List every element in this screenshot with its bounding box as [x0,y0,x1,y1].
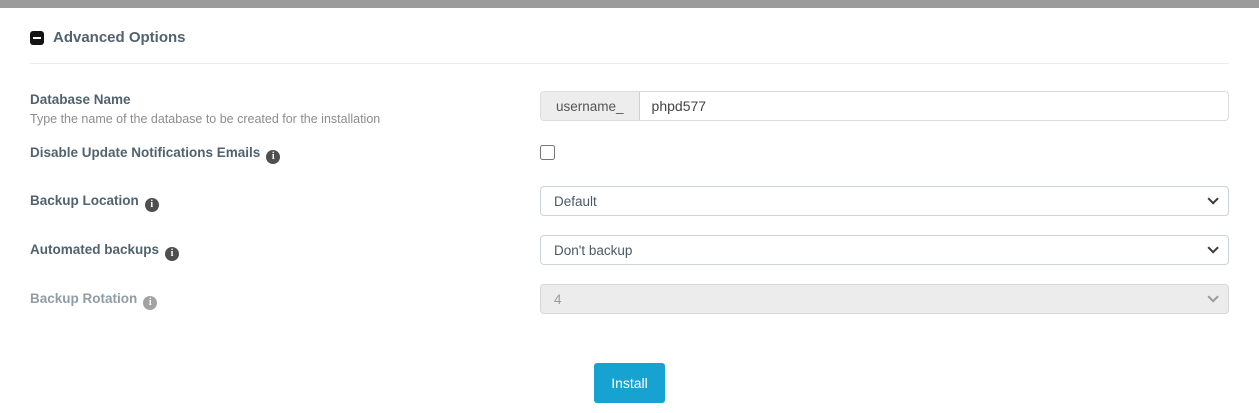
database-name-prefix: username_ [541,92,640,120]
install-button[interactable]: Install [594,363,665,403]
backup-rotation-selected-value: 4 [554,291,562,307]
backup-rotation-select: 4 [540,284,1229,314]
database-name-label: Database Name [30,92,131,107]
automated-backups-selected-value: Don't backup [554,242,633,258]
row-disable-update-emails: Disable Update Notifications Emails i [30,143,1229,165]
row-automated-backups: Automated backups i Don't backup [30,235,1229,265]
backup-location-label: Backup Location [30,193,139,208]
top-divider-bar [0,0,1259,8]
chevron-down-icon [1207,242,1219,254]
disable-update-emails-label: Disable Update Notifications Emails [30,145,261,160]
row-backup-location: Backup Location i Default [30,186,1229,216]
row-database-name: Database Name Type the name of the datab… [30,91,1229,126]
backup-location-selected-value: Default [554,193,597,209]
panel-title: Advanced Options [53,29,186,46]
info-icon[interactable]: i [143,296,158,310]
backup-rotation-label-cell: Backup Rotation i [30,284,540,310]
disable-update-emails-checkbox[interactable] [540,145,555,160]
automated-backups-label: Automated backups [30,242,160,257]
automated-backups-select[interactable]: Don't backup [540,235,1229,265]
collapse-minus-icon[interactable] [30,30,44,45]
info-icon[interactable]: i [144,198,159,212]
panel-header: Advanced Options [30,29,1229,46]
form-rows: Database Name Type the name of the datab… [30,64,1229,314]
disable-update-emails-label-cell: Disable Update Notifications Emails i [30,144,540,164]
chevron-down-icon [1207,193,1219,205]
database-name-label-cell: Database Name Type the name of the datab… [30,91,540,126]
chevron-down-icon [1207,291,1219,303]
button-row: Install [30,363,1229,403]
disable-update-emails-field-cell [540,143,1229,165]
info-icon[interactable]: i [266,150,281,164]
database-name-input-group: username_ [540,91,1229,121]
backup-rotation-label: Backup Rotation [30,291,138,306]
info-icon[interactable]: i [165,247,180,261]
advanced-options-panel: Advanced Options Database Name Type the … [0,29,1259,403]
backup-location-label-cell: Backup Location i [30,186,540,212]
database-name-help-text: Type the name of the database to be crea… [30,112,381,126]
database-name-input[interactable] [639,92,1228,120]
backup-location-select[interactable]: Default [540,186,1229,216]
row-backup-rotation: Backup Rotation i 4 [30,284,1229,314]
automated-backups-label-cell: Automated backups i [30,235,540,261]
